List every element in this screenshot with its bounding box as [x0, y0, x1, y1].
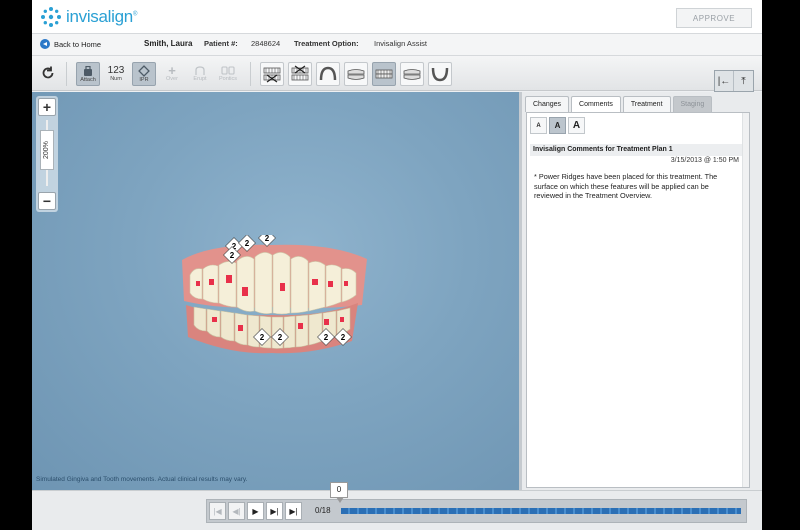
zoom-out-button[interactable]: −: [38, 192, 56, 210]
pontics-tool-button[interactable]: Pontics: [216, 62, 240, 86]
comments-scrollbar[interactable]: [742, 113, 749, 487]
erupt-tool-button[interactable]: Erupt: [188, 62, 212, 86]
zoom-in-button[interactable]: +: [38, 98, 56, 116]
side-panel: Changes Comments Treatment Staging A A A…: [522, 92, 762, 490]
refresh-icon: [42, 66, 54, 79]
first-stage-button[interactable]: |◀: [209, 502, 226, 520]
stage-slider-handle[interactable]: 0: [330, 482, 348, 503]
collapse-top-button[interactable]: ⤒: [734, 71, 753, 91]
side-tabs: Changes Comments Treatment Staging: [525, 96, 714, 112]
teeth-front-icon: [375, 69, 393, 79]
font-size-selector: A A A: [530, 117, 587, 134]
treatment-option-label: Treatment Option:: [294, 39, 359, 48]
ipr-label: 2: [265, 235, 270, 243]
ipr-label: 2: [278, 333, 283, 342]
attach-label: Attach: [80, 77, 96, 83]
font-small-button[interactable]: A: [530, 117, 547, 134]
view-upper-hide-button[interactable]: [260, 62, 284, 86]
arrow-up-bar-icon: ⤒: [741, 75, 746, 87]
3d-viewport[interactable]: + 200% − 2 2 2 2 2 2 2 2 Simulated Gingi…: [32, 92, 519, 490]
view-lower-occlusal-button[interactable]: [428, 62, 452, 86]
view-upper-occlusal-button[interactable]: [316, 62, 340, 86]
erupt-icon: [193, 64, 207, 76]
last-stage-button[interactable]: ▶|: [285, 502, 302, 520]
play-icon: ▶: [252, 506, 259, 516]
ipr-label: IPR: [139, 77, 149, 83]
comments-panel: A A A Invisalign Comments for Treatment …: [526, 112, 750, 488]
ipr-tool-button[interactable]: IPR: [132, 62, 156, 86]
ipr-label: 2: [230, 251, 235, 260]
logo-star-icon: [41, 7, 61, 27]
comment-body: * Power Ridges have been placed for this…: [534, 172, 718, 201]
view-lower-hide-button[interactable]: [288, 62, 312, 86]
attach-icon: [81, 65, 95, 77]
staging-bar: |◀ ◀| ▶ ▶| ▶| 0/18: [32, 490, 762, 530]
stage-player: |◀ ◀| ▶ ▶| ▶| 0/18: [206, 499, 747, 523]
zoom-control: + 200% −: [36, 96, 58, 212]
view-front-button[interactable]: [372, 62, 396, 86]
stage-progress-track[interactable]: [341, 508, 741, 514]
number-icon: 123: [107, 64, 125, 76]
upper-arch-icon: [319, 66, 337, 81]
num-tool-button[interactable]: 123 Num: [104, 62, 128, 86]
header: invisalign® APPROVE: [32, 0, 762, 34]
teeth-side-icon: [347, 69, 365, 80]
ipr-label: 2: [324, 333, 329, 342]
tab-treatment[interactable]: Treatment: [622, 96, 671, 112]
ipr-label: 2: [245, 239, 250, 248]
ipr-label: 2: [341, 333, 346, 342]
step-back-icon: ◀|: [232, 506, 241, 516]
back-arrow-icon: [40, 39, 50, 49]
collapse-left-button[interactable]: |←: [715, 71, 734, 91]
patient-name: Smith, Laura: [144, 39, 193, 48]
back-to-home-link[interactable]: Back to Home: [40, 39, 101, 49]
invisalign-logo: invisalign®: [40, 6, 137, 28]
tab-changes[interactable]: Changes: [525, 96, 570, 112]
panel-toggle-group: |← ⤒: [714, 70, 754, 92]
arrow-left-bar-icon: |←: [717, 75, 731, 87]
tab-staging[interactable]: Staging: [672, 96, 713, 112]
over-tool-button[interactable]: + Over: [160, 62, 184, 86]
ipr-label: 2: [260, 333, 265, 342]
lower-arch-icon: [431, 67, 449, 82]
pontics-label: Pontics: [218, 76, 238, 82]
skip-first-icon: |◀: [213, 506, 222, 516]
pontics-icon: [221, 64, 235, 76]
dental-model[interactable]: 2 2 2 2 2 2 2 2: [172, 235, 372, 365]
teeth-hide-upper-icon: [263, 67, 281, 83]
num-label: Num: [110, 76, 122, 82]
patient-bar: Back to Home Smith, Laura Patient #: 284…: [32, 34, 762, 56]
erupt-label: Erupt: [193, 76, 207, 82]
attach-tool-button[interactable]: Attach: [76, 62, 100, 86]
zoom-level-handle[interactable]: 200%: [40, 130, 54, 170]
comment-header: Invisalign Comments for Treatment Plan 1: [530, 144, 742, 156]
step-forward-icon: ▶|: [270, 506, 279, 516]
previous-stage-button[interactable]: ◀|: [228, 502, 245, 520]
app-window: invisalign® APPROVE Back to Home Smith, …: [32, 0, 762, 530]
view-left-button[interactable]: [400, 62, 424, 86]
teeth-hide-lower-icon: [291, 65, 309, 81]
font-medium-button[interactable]: A: [549, 117, 566, 134]
view-right-button[interactable]: [344, 62, 368, 86]
teeth-side-left-icon: [403, 69, 421, 80]
reset-view-button[interactable]: [36, 62, 60, 86]
logo-text: invisalign®: [66, 7, 138, 26]
skip-last-icon: ▶|: [289, 506, 298, 516]
font-large-button[interactable]: A: [568, 117, 585, 134]
plus-icon: +: [168, 62, 176, 78]
treatment-option-value: Invisalign Assist: [374, 39, 427, 48]
over-label: Over: [166, 76, 178, 82]
patient-number: 2848624: [251, 39, 281, 48]
disclaimer-text: Simulated Gingiva and Tooth movements. A…: [36, 476, 248, 483]
tab-comments[interactable]: Comments: [571, 96, 621, 112]
back-label: Back to Home: [54, 39, 102, 49]
comment-date: 3/15/2013 @ 1:50 PM: [670, 157, 739, 164]
patient-number-label: Patient #:: [204, 39, 238, 48]
ipr-icon: [137, 65, 151, 77]
approve-button[interactable]: APPROVE: [676, 8, 752, 28]
toolbar: Attach 123 Num IPR + Over Erupt Pontics: [32, 56, 762, 92]
stage-count: 0/18: [315, 506, 331, 515]
play-button[interactable]: ▶: [247, 502, 264, 520]
next-stage-button[interactable]: ▶|: [266, 502, 283, 520]
